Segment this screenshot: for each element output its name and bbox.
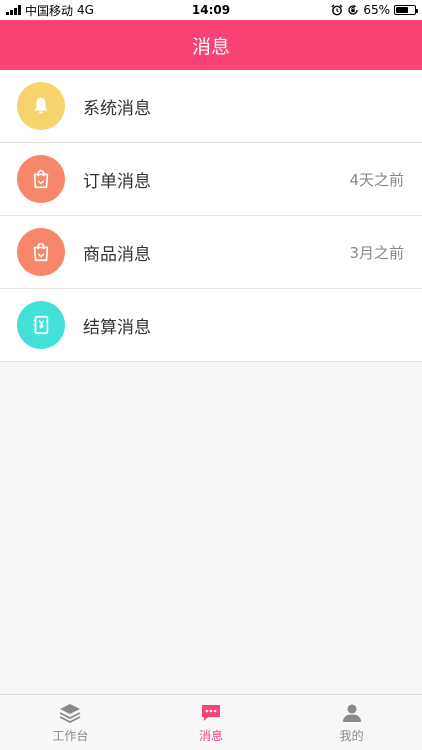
message-avatar — [17, 301, 65, 349]
signal-icon — [6, 5, 21, 15]
person-icon — [342, 704, 361, 722]
page-header: 消息 — [0, 20, 422, 70]
shopping-bag-icon — [33, 169, 49, 189]
tab-workbench[interactable]: 工作台 — [0, 695, 141, 750]
message-avatar — [17, 228, 65, 276]
status-bar: 中国移动 4G 14:09 65% — [0, 0, 422, 20]
message-title: 系统消息 — [83, 98, 151, 119]
yen-notebook-icon — [33, 315, 49, 335]
message-avatar — [17, 155, 65, 203]
message-time: 4天之前 — [349, 170, 404, 189]
layers-icon — [59, 704, 81, 724]
network-type: 4G — [77, 3, 94, 17]
message-title: 结算消息 — [83, 317, 151, 338]
shopping-bag-icon — [33, 242, 49, 262]
tab-label: 消息 — [199, 729, 224, 743]
message-item-settlement[interactable]: 结算消息 — [0, 289, 422, 362]
tab-mine[interactable]: 我的 — [281, 695, 422, 750]
tab-label: 工作台 — [52, 729, 89, 743]
chat-bubble-icon — [202, 705, 220, 721]
tab-messages[interactable]: 消息 — [141, 695, 282, 750]
message-title: 订单消息 — [83, 171, 151, 192]
message-item-system[interactable]: 系统消息 — [0, 70, 422, 143]
status-left: 中国移动 4G — [6, 2, 94, 19]
page-title: 消息 — [191, 35, 230, 58]
message-item-product[interactable]: 商品消息 3月之前 — [0, 216, 422, 289]
message-time: 3月之前 — [349, 243, 404, 262]
status-right: 65% — [331, 3, 418, 17]
battery-icon — [394, 5, 418, 15]
carrier-name: 中国移动 — [25, 3, 74, 18]
bottom-tab-bar: 工作台 消息 我的 — [0, 694, 422, 750]
message-item-order[interactable]: 订单消息 4天之前 — [0, 143, 422, 216]
message-list: 系统消息 订单消息 4天之前 商品消息 3月之前 结算消息 — [0, 70, 422, 362]
battery-percent: 65% — [363, 3, 390, 17]
alarm-icon — [331, 4, 343, 16]
message-avatar — [17, 82, 65, 130]
message-title: 商品消息 — [83, 244, 151, 265]
orientation-lock-icon — [348, 4, 358, 15]
bell-icon — [34, 97, 48, 114]
tab-label: 我的 — [339, 729, 364, 743]
